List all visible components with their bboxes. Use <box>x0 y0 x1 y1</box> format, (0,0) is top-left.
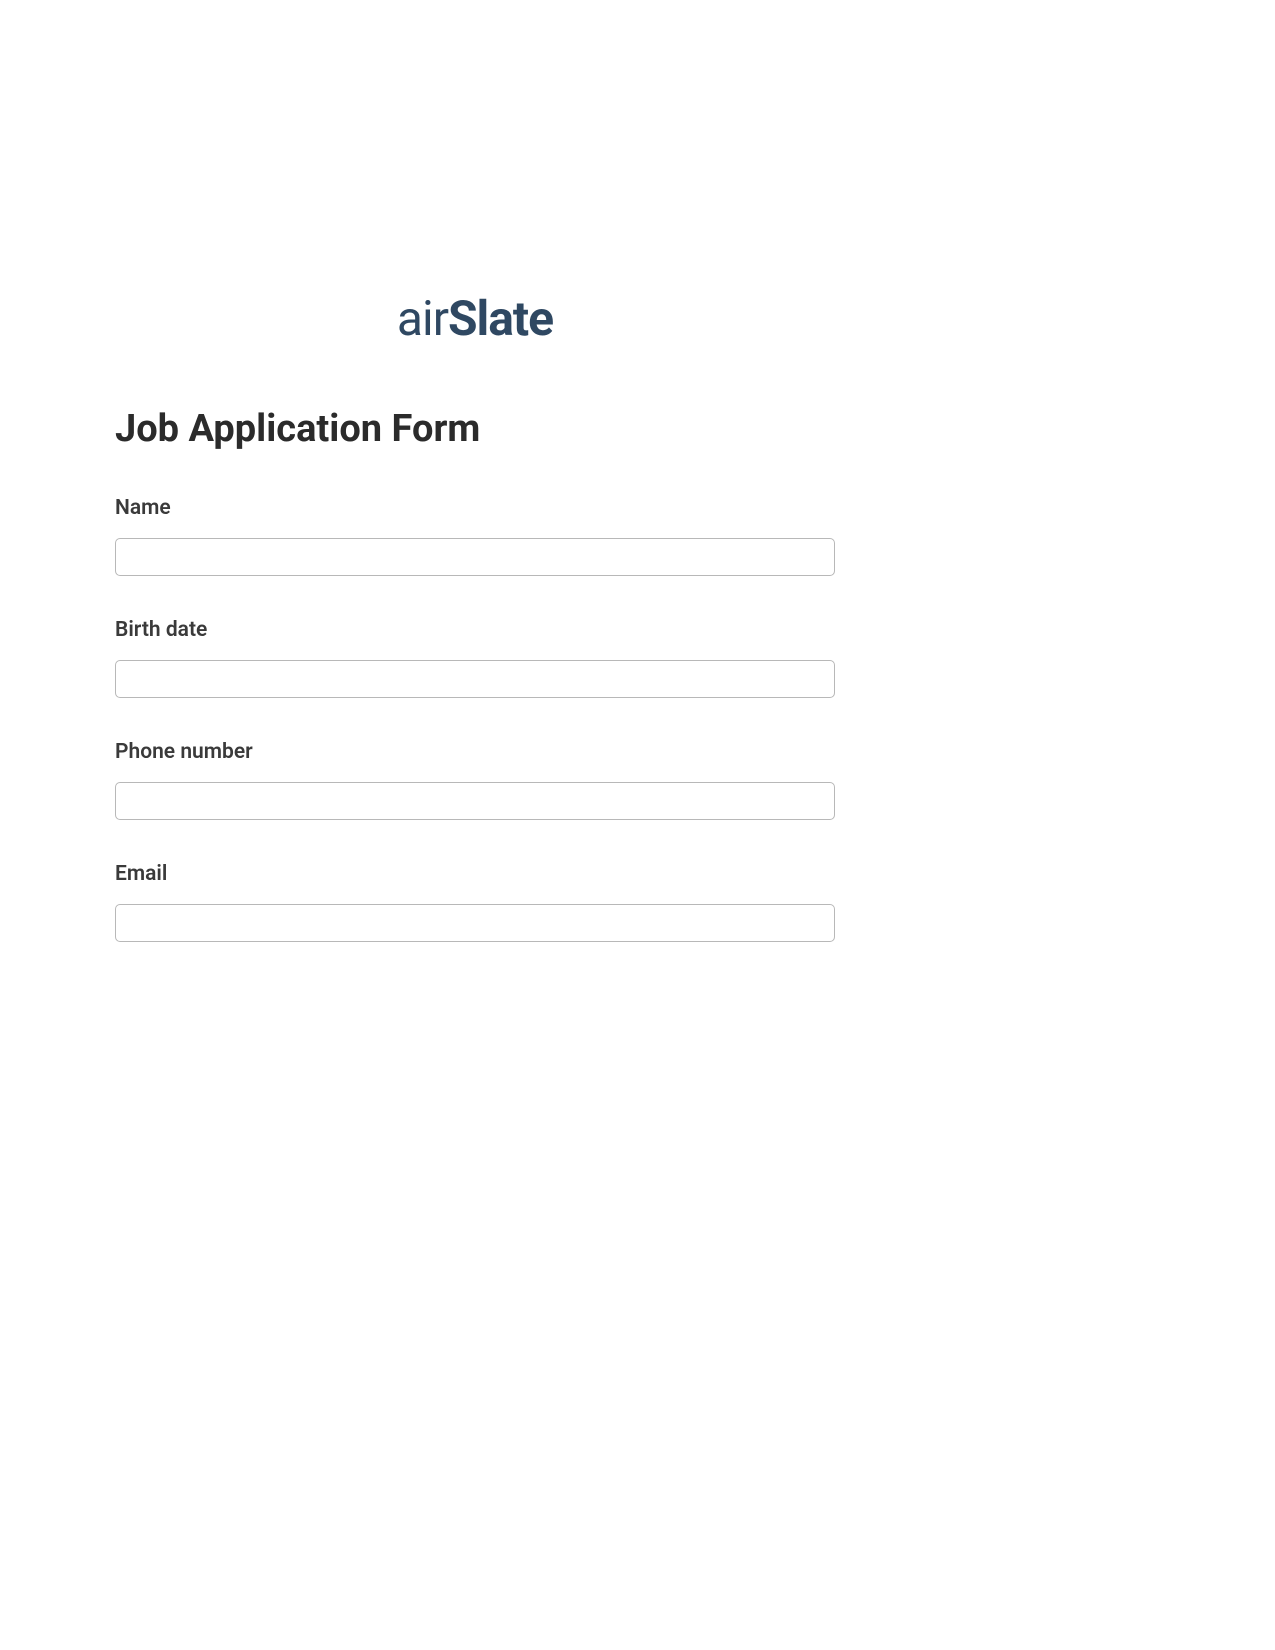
name-label: Name <box>115 496 835 520</box>
email-label: Email <box>115 862 835 886</box>
form-title: Job Application Form <box>115 407 835 451</box>
birthdate-label: Birth date <box>115 618 835 642</box>
form-field-birthdate: Birth date <box>115 618 835 698</box>
form-container: airSlate Job Application Form Name Birth… <box>115 290 835 984</box>
form-field-phone: Phone number <box>115 740 835 820</box>
form-field-email: Email <box>115 862 835 942</box>
logo-text: airSlate <box>397 290 553 347</box>
phone-input[interactable] <box>115 782 835 820</box>
email-input[interactable] <box>115 904 835 942</box>
birthdate-input[interactable] <box>115 660 835 698</box>
logo-part-slate: Slate <box>448 290 553 347</box>
phone-label: Phone number <box>115 740 835 764</box>
name-input[interactable] <box>115 538 835 576</box>
logo-part-air: air <box>397 290 448 347</box>
airslate-logo: airSlate <box>285 290 665 347</box>
form-field-name: Name <box>115 496 835 576</box>
